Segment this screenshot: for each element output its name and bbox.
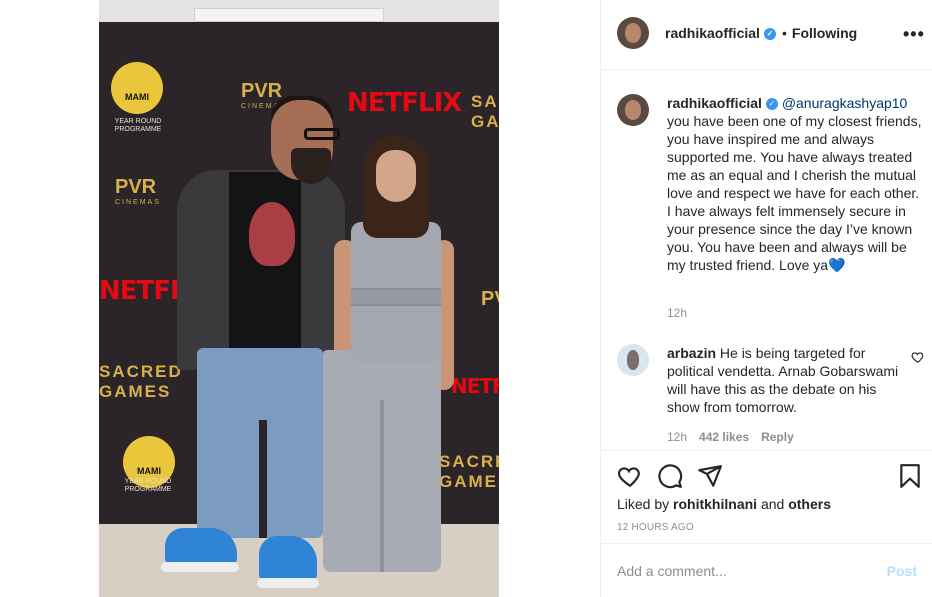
ceiling-light [194,8,384,22]
pvr-logo: PVR CINEMAS [115,176,161,206]
pvr-logo: PVR [481,288,499,310]
sacred-games-logo: SACRED GAMES [471,92,499,131]
add-comment-bar: Add a comment... Post [601,543,932,597]
woman-face [376,150,416,202]
shoe-sole [161,562,239,572]
heart-icon[interactable] [617,463,643,489]
comment-likes[interactable]: 442 likes [699,430,749,444]
post-sidebar: radhikaofficial ✓ • Following ••• radhikao… [600,0,932,597]
pvr-logo-sub: CINEMAS [115,199,161,206]
comment-meta: 12h 442 likes Reply [667,430,806,444]
reply-button[interactable]: Reply [761,430,794,444]
header-username[interactable]: radhikaofficial ✓ [665,25,776,41]
photo-ceiling [99,0,499,22]
post-timestamp[interactable]: 12 HOURS AGO [617,522,694,533]
bookmark-icon[interactable] [897,463,923,489]
post-comment-button[interactable]: Post [887,563,917,579]
woman-belt [351,288,441,306]
mami-logo-text: MAMI [125,92,149,102]
netflix-logo: NETFLIX [347,88,462,118]
mami-caption: YEAR ROUND PROGRAMME [124,478,172,493]
comment-icon[interactable] [657,463,683,489]
mami-caption: YEAR ROUND PROGRAMME [114,118,162,133]
netflix-logo: NETFLIX [451,374,499,398]
caption-text: radhikaofficial ✓ @anuragkashyap10 you ha… [667,94,925,274]
avatar[interactable] [617,17,649,49]
comment-username[interactable]: arbazin [667,345,716,361]
man-glasses [304,128,340,140]
liked-by-prefix: Liked by [617,496,670,512]
liked-by-others[interactable]: others [788,496,831,512]
pvr-logo-text: PVR [241,80,283,102]
following-button[interactable]: • Following [782,25,857,41]
avatar[interactable] [617,94,649,126]
caption-mention-link[interactable]: @anuragkashyap10 [782,95,908,111]
heart-outline-icon[interactable] [911,350,925,364]
post-media-area: MAMI YEAR ROUND PROGRAMME PVR CINEMAS NET… [0,0,600,597]
post-photo[interactable]: MAMI YEAR ROUND PROGRAMME PVR CINEMAS NET… [99,0,499,597]
jeans-leg-gap [259,420,267,538]
pants-leg-gap [380,400,384,572]
man-shoe-right [259,536,317,584]
more-horizontal-icon[interactable]: ••• [903,24,925,45]
pvr-logo-text: PVR [115,176,157,198]
comment-input[interactable]: Add a comment... [617,563,727,579]
shoe-sole [257,578,319,588]
verified-badge-icon: ✓ [763,28,776,41]
liked-by-and: and [760,496,785,512]
avatar[interactable] [617,344,649,376]
blue-heart-emoji: 💙 [828,257,846,273]
post-header: radhikaofficial ✓ • Following ••• [601,0,932,70]
sacred-games-logo: SACRED GAMES [439,452,499,491]
share-icon[interactable] [697,463,723,489]
tshirt-skull-print [249,202,295,266]
caption-username[interactable]: radhikaofficial [667,95,762,111]
liked-by-user[interactable]: rohitkhilnani [673,496,757,512]
liked-by-text: Liked by rohitkhilnani and others [617,496,831,512]
username-text[interactable]: radhikaofficial [665,25,760,41]
comment-time[interactable]: 12h [667,430,687,444]
comment-text: arbazin He is being targeted for politic… [667,344,903,416]
caption-body: you have been one of my closest friends,… [667,113,922,273]
verified-badge-icon: ✓ [765,98,778,111]
mami-logo-text: MAMI [137,466,161,476]
separator-dot: • [782,25,787,41]
mami-logo: MAMI [111,62,163,114]
following-label[interactable]: Following [792,25,857,41]
caption-time[interactable]: 12h [667,306,687,320]
